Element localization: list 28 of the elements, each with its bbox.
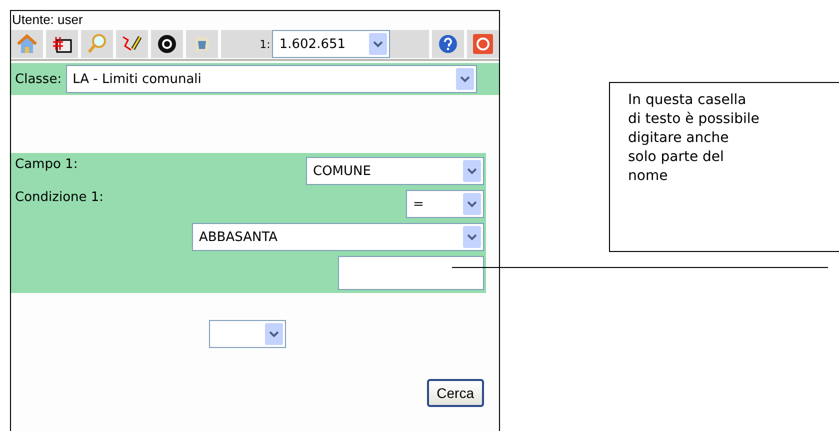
search-button[interactable]: Cerca xyxy=(426,379,484,407)
scale-prefix: 1: xyxy=(260,38,270,50)
tool-button[interactable] xyxy=(151,30,183,58)
bucket-icon xyxy=(193,35,211,53)
house-icon xyxy=(16,33,38,55)
user-label: Utente: user xyxy=(11,11,84,29)
field-select[interactable]: COMUNE xyxy=(306,157,484,185)
class-label: Classe: xyxy=(15,72,62,86)
dropdown-caret-icon[interactable] xyxy=(463,193,481,215)
field-label: Campo 1: xyxy=(15,157,79,174)
dropdown-caret-icon[interactable] xyxy=(369,33,388,55)
dropdown-caret-icon[interactable] xyxy=(456,68,474,90)
dropdown-caret-icon[interactable] xyxy=(463,226,481,248)
text-input[interactable] xyxy=(338,256,484,290)
class-select[interactable]: LA - Limiti comunali xyxy=(66,65,477,93)
tool-button[interactable] xyxy=(116,30,148,58)
search-icon xyxy=(87,33,107,55)
value-select[interactable]: ABBASANTA xyxy=(192,223,484,251)
dropdown-caret-icon[interactable] xyxy=(463,160,481,182)
tool-button[interactable] xyxy=(46,30,78,58)
frame-icon xyxy=(51,34,73,54)
operator-select[interactable]: = xyxy=(406,190,484,218)
callout-note: In questa casella di testo è possibile digitare anche solo parte del nome xyxy=(609,82,839,252)
scale-select[interactable]: 1.602.651 xyxy=(272,30,390,58)
power-icon xyxy=(473,34,493,54)
dropdown-caret-icon[interactable] xyxy=(265,323,283,345)
empty-select[interactable] xyxy=(209,320,286,348)
condition-label: Condizione 1: xyxy=(15,190,105,207)
